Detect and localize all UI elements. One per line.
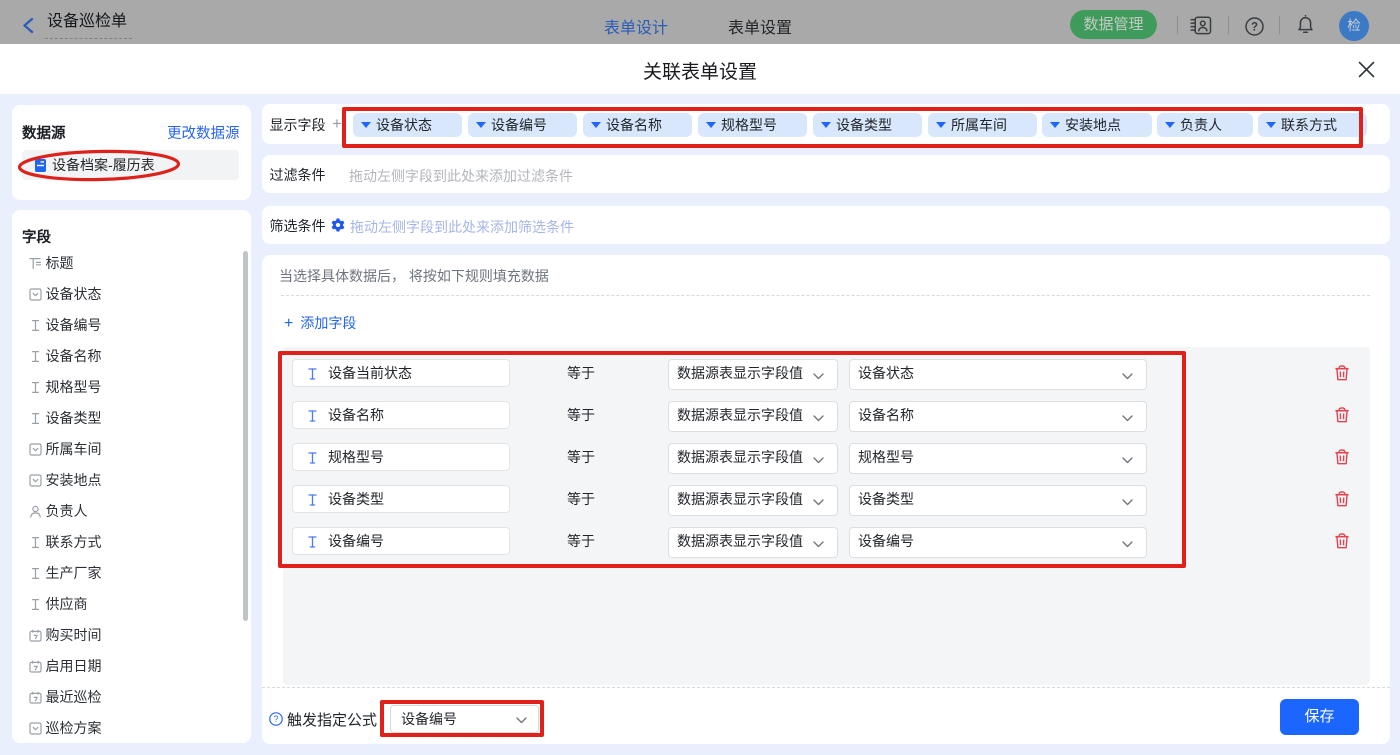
svg-text:?: ? <box>1251 22 1258 34</box>
svg-text:?: ? <box>273 714 278 724</box>
